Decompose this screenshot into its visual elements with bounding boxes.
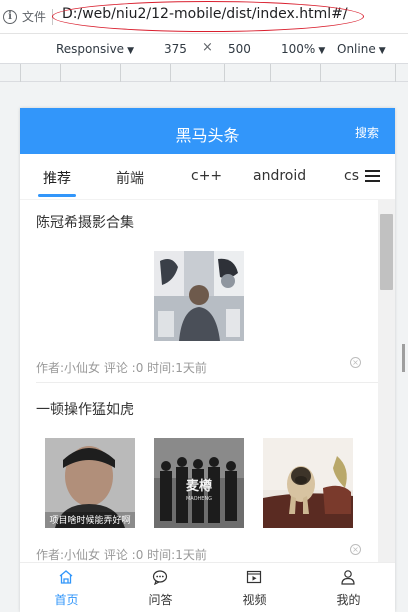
tabbar-label: 我的	[336, 593, 361, 607]
caret-down-icon: ▼	[127, 46, 134, 56]
article-image	[263, 438, 353, 528]
article-meta: 作者:小仙女 评论 :0 时间:1天前	[36, 361, 207, 375]
scrollbar-thumb[interactable]	[380, 214, 393, 290]
chat-icon	[152, 570, 168, 585]
article-image	[154, 251, 244, 341]
network-dropdown[interactable]: Online ▼	[337, 42, 386, 56]
device-toolbar: Responsive ▼ 375 × 500 100% ▼ Online ▼	[0, 34, 408, 64]
article-image: 麦樽 MAOHENG	[154, 438, 244, 528]
zoom-label: 100%	[281, 42, 316, 56]
caret-down-icon: ▼	[318, 46, 326, 56]
dimension-separator: ×	[202, 40, 213, 55]
tabbar-item-qa[interactable]: 问答	[114, 563, 207, 612]
channel-tabs: 推荐 前端 c++ android cs	[20, 154, 395, 200]
app-title: 黑马头条	[175, 126, 240, 145]
close-icon[interactable]: ×	[350, 544, 361, 555]
article-meta: 作者:小仙女 评论 :0 时间:1天前	[36, 548, 207, 562]
home-icon	[59, 570, 73, 584]
tabbar-item-video[interactable]: 视频	[208, 563, 301, 612]
article-list: 陈冠希摄影合集 作者:小仙女 评论 :0 时间:1天前 × 一顿操作猛如虎 项目…	[20, 200, 395, 562]
search-button[interactable]: 搜索	[355, 124, 379, 141]
tabbar-label: 首页	[54, 593, 79, 607]
tabbar-item-home[interactable]: 首页	[20, 563, 113, 612]
caret-down-icon: ▼	[378, 46, 386, 56]
address-bar: i 文件 D:/web/niu2/12-mobile/dist/index.ht…	[0, 0, 408, 34]
device-mode-label: Responsive	[56, 42, 125, 56]
image-caption: 麦樽	[186, 478, 212, 494]
user-icon	[341, 570, 355, 585]
tab-android[interactable]: android	[253, 168, 306, 184]
resize-handle[interactable]	[402, 344, 405, 372]
app-header: 黑马头条 搜索	[20, 108, 395, 154]
info-icon[interactable]: i	[3, 10, 17, 24]
article-image: 项目啥时候能弄好啊	[45, 438, 135, 528]
network-label: Online	[337, 42, 376, 56]
bottom-tabbar: 首页 问答 视频 我的	[20, 562, 395, 612]
url-highlight-ellipse	[52, 1, 364, 32]
tab-recommend[interactable]: 推荐	[43, 168, 71, 188]
active-tab-indicator	[38, 194, 76, 197]
menu-icon[interactable]	[365, 170, 380, 182]
video-icon	[246, 570, 262, 584]
tab-cpp[interactable]: c++	[191, 168, 222, 184]
tab-cs[interactable]: cs	[344, 168, 359, 184]
scrollbar[interactable]	[378, 200, 395, 562]
article-title: 一顿操作猛如虎	[36, 402, 134, 418]
tabbar-label: 视频	[242, 593, 267, 607]
tab-frontend[interactable]: 前端	[116, 168, 144, 188]
tabbar-item-mine[interactable]: 我的	[302, 563, 395, 612]
image-caption: MAOHENG	[186, 496, 212, 502]
image-caption: 项目啥时候能弄好啊	[49, 514, 130, 526]
file-scheme-label: 文件	[22, 10, 47, 24]
media-query-ruler	[0, 64, 408, 82]
divider	[36, 382, 379, 383]
device-viewport: 黑马头条 搜索 推荐 前端 c++ android cs 陈冠希摄影合集 作者:…	[20, 108, 395, 612]
device-mode-dropdown[interactable]: Responsive ▼	[56, 42, 134, 56]
close-icon[interactable]: ×	[350, 357, 361, 368]
device-height-input[interactable]: 500	[228, 42, 251, 56]
zoom-dropdown[interactable]: 100% ▼	[281, 42, 325, 56]
article-title: 陈冠希摄影合集	[36, 215, 134, 231]
device-width-input[interactable]: 375	[164, 42, 187, 56]
tabbar-label: 问答	[148, 593, 173, 607]
